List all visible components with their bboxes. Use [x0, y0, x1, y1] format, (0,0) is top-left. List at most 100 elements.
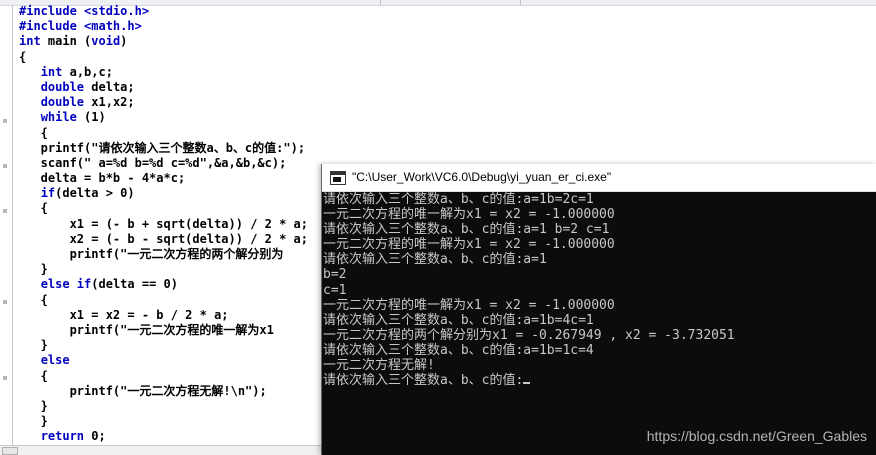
console-line-text: 一元二次方程的唯一解为x1 = x2 = -1.000000 [323, 207, 615, 223]
console-line: b=2 [322, 267, 735, 282]
code-text: (delta == 0) [91, 277, 178, 292]
console-line-text: 一元二次方程的唯一解为x1 = x2 = -1.000000 [323, 297, 615, 313]
code-text: } [19, 398, 48, 413]
code-keyword: while [40, 110, 77, 125]
console-titlebar[interactable]: "C:\User_Work\VC6.0\Debug\yi_yuan_er_ci.… [322, 164, 876, 192]
code-keyword: if [40, 186, 56, 201]
code-text: { [19, 125, 48, 140]
console-line-text: 请依次输入三个整数a、b、c的值:a=1b=1c=4 [323, 342, 594, 358]
console-line: 请依次输入三个整数a、b、c的值:a=1 [322, 252, 735, 267]
code-keyword: #include <math.h> [19, 19, 142, 34]
watermark: https://blog.csdn.net/Green_Gables [646, 428, 867, 444]
code-text: a,b,c; [62, 64, 113, 79]
code-line[interactable]: printf("一元二次方程无解!\n"); [0, 384, 308, 399]
code-keyword: double [40, 95, 85, 110]
code-line[interactable]: double delta; [0, 80, 308, 95]
console-line: c=1 [322, 283, 735, 298]
code-line[interactable]: x1 = (- b + sqrt(delta)) / 2 * a; [0, 217, 308, 232]
code-keyword: else if [40, 277, 92, 292]
code-text: main ( [40, 34, 92, 49]
code-text: { [19, 368, 48, 383]
code-line[interactable]: return 0; [0, 429, 308, 444]
code-text: } [19, 338, 48, 353]
console-window[interactable]: "C:\User_Work\VC6.0\Debug\yi_yuan_er_ci.… [321, 164, 876, 455]
console-line: 一元二次方程的两个解分别为x1 = -0.267949 , x2 = -3.73… [322, 328, 735, 343]
code-text: (delta > 0) [55, 186, 135, 201]
code-text: (1) [76, 110, 106, 125]
code-line[interactable]: { [0, 369, 308, 384]
code-line[interactable]: printf("请依次输入三个整数a、b、c的值:"); [0, 141, 308, 156]
code-line[interactable]: #include <math.h> [0, 19, 308, 34]
code-text: x2 = (- b - sqrt(delta)) / 2 * a; [19, 231, 308, 246]
console-line: 一元二次方程的唯一解为x1 = x2 = -1.000000 [322, 298, 735, 313]
console-line: 一元二次方程的唯一解为x1 = x2 = -1.000000 [322, 207, 735, 222]
source-code[interactable]: #include <stdio.h> #include <math.h> int m… [0, 4, 308, 444]
console-line-text: 请依次输入三个整数a、b、c的值:a=1b=4c=1 [323, 312, 594, 328]
code-line[interactable]: printf("一元二次方程的两个解分别为 [0, 247, 308, 262]
console-line: 请依次输入三个整数a、b、c的值:a=1b=1c=4 [322, 343, 735, 358]
code-line[interactable]: scanf(" a=%d b=%d c=%d",&a,&b,&c); [0, 156, 308, 171]
console-line-text: b=2 [323, 267, 347, 283]
console-line-text: 请依次输入三个整数a、b、c的值:a=1 [323, 252, 547, 268]
code-line[interactable]: int a,b,c; [0, 65, 308, 80]
code-line[interactable]: double x1,x2; [0, 95, 308, 110]
scroll-left-button[interactable] [2, 447, 18, 455]
console-line-text: 一元二次方程的两个解分别为x1 = -0.267949 , x2 = -3.73… [323, 327, 735, 343]
code-line[interactable]: } [0, 414, 308, 429]
console-line-text: 请依次输入三个整数a、b、c的值:a=1b=2c=1 [323, 192, 594, 207]
code-line[interactable]: x2 = (- b - sqrt(delta)) / 2 * a; [0, 232, 308, 247]
code-line[interactable]: else if(delta == 0) [0, 277, 308, 292]
code-text: x1,x2; [84, 95, 135, 110]
code-line[interactable]: { [0, 126, 308, 141]
console-line-text: 一元二次方程无解! [323, 358, 435, 374]
code-text: x1 = x2 = - b / 2 * a; [19, 307, 229, 322]
code-line[interactable]: if(delta > 0) [0, 186, 308, 201]
code-line[interactable]: #include <stdio.h> [0, 4, 308, 19]
code-text: delta = b*b - 4*a*c; [19, 171, 186, 186]
console-title: "C:\User_Work\VC6.0\Debug\yi_yuan_er_ci.… [352, 170, 612, 184]
code-line[interactable]: { [0, 293, 308, 308]
code-line[interactable]: delta = b*b - 4*a*c; [0, 171, 308, 186]
code-text: printf("一元二次方程的唯一解为x1 [19, 322, 274, 337]
console-line: 一元二次方程的唯一解为x1 = x2 = -1.000000 [322, 237, 735, 252]
code-line[interactable]: } [0, 262, 308, 277]
code-text: scanf(" a=%d b=%d c=%d",&a,&b,&c); [19, 155, 287, 170]
console-line: 请依次输入三个整数a、b、c的值:a=1b=2c=1 [322, 192, 735, 207]
console-line-text: 请依次输入三个整数a、b、c的值:a=1 b=2 c=1 [323, 222, 610, 238]
code-keyword: int [40, 64, 63, 79]
code-text: } [19, 262, 48, 277]
code-line[interactable]: while (1) [0, 110, 308, 125]
code-keyword: double [40, 79, 85, 94]
code-text: printf("请依次输入三个整数a、b、c的值:"); [19, 140, 306, 155]
code-text: } [19, 414, 48, 429]
code-keyword: return [40, 429, 85, 444]
code-line[interactable]: { [0, 50, 308, 65]
console-line-text: c=1 [323, 282, 347, 298]
code-text: ) [120, 34, 128, 49]
console-app-icon [330, 171, 346, 185]
code-keyword: #include <stdio.h> [19, 4, 150, 18]
code-line[interactable]: printf("一元二次方程的唯一解为x1 [0, 323, 308, 338]
text-cursor [523, 382, 531, 385]
code-line[interactable]: { [0, 201, 308, 216]
code-line[interactable]: else [0, 353, 308, 368]
code-line[interactable]: } [0, 399, 308, 414]
code-text: printf("一元二次方程无解!\n"); [19, 383, 267, 398]
code-text: { [19, 49, 27, 64]
code-keyword: else [40, 353, 70, 368]
code-line[interactable]: x1 = x2 = - b / 2 * a; [0, 308, 308, 323]
code-keyword: int [19, 34, 41, 49]
code-text: { [19, 201, 48, 216]
console-line-text: 一元二次方程的唯一解为x1 = x2 = -1.000000 [323, 237, 615, 253]
code-line[interactable]: } [0, 338, 308, 353]
code-text: { [19, 292, 48, 307]
code-line[interactable]: int main (void) [0, 34, 308, 49]
console-output: 请依次输入三个整数a、b、c的值:a=1b=2c=1 一元二次方程的唯一解为x1 … [322, 192, 735, 388]
